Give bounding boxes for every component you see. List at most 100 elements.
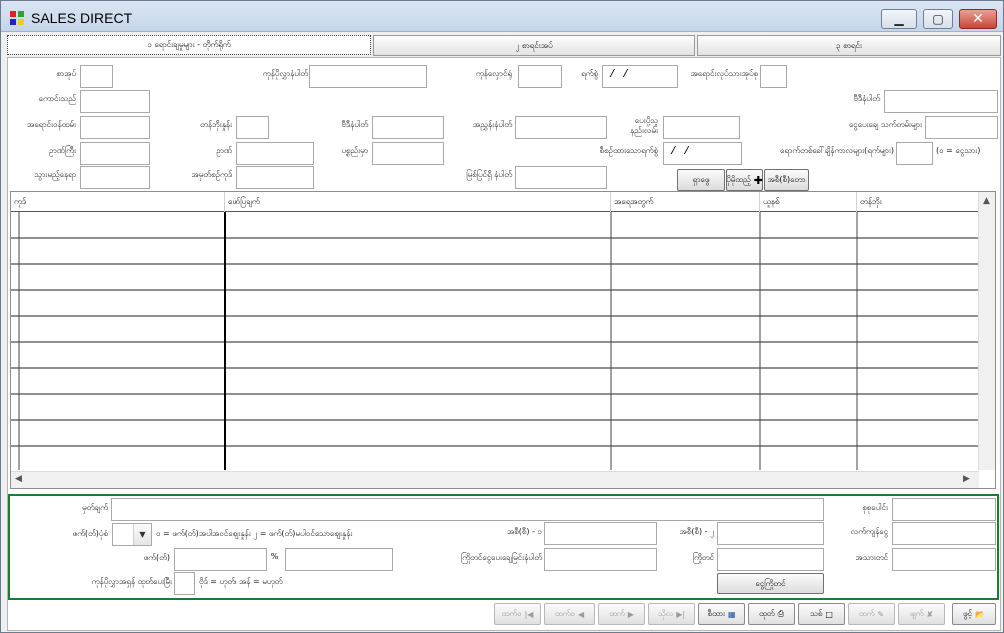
total-label: စုစုပေါင်း [862, 503, 888, 512]
delivery-method-input[interactable] [663, 116, 740, 139]
find-button[interactable]: စီထား ▦ [698, 603, 745, 625]
next-record-label: ထက် [609, 609, 625, 618]
first-record-button[interactable]: ထက်ဝ |◀ [494, 603, 541, 625]
delete-label: ဖျက် [909, 609, 924, 618]
net-input[interactable] [892, 548, 996, 571]
last-record-button[interactable]: သိုလ ▶| [648, 603, 695, 625]
rounding-input[interactable] [174, 572, 195, 595]
discount2-input[interactable] [717, 522, 824, 545]
record-navigation-bar: ထက်ဝ |◀ ထက်ဝ ◀ ထက် ▶ သိုလ ▶| စီထား ▦ ထုတ် ⎙ သစ… [8, 602, 1000, 630]
serial-no-input[interactable] [515, 166, 607, 189]
warehouse-input[interactable] [518, 65, 562, 88]
delete-button[interactable]: ဖျက် ✘ [898, 603, 945, 625]
last-icon: ▶| [676, 609, 686, 619]
search-button[interactable]: ရှာဖွေ [677, 169, 725, 191]
total-input[interactable] [892, 498, 996, 521]
payment-type-select[interactable]: ▼ [112, 523, 152, 546]
next-record-button[interactable]: ထက် ▶ [598, 603, 645, 625]
due-date-label: စီစဉ်ထားသောရက်စွဲ [599, 146, 658, 155]
vat-amount-input[interactable] [285, 548, 393, 571]
edit-icon: ✎ [877, 609, 885, 619]
sales-group-input[interactable] [760, 65, 787, 88]
advance-input[interactable] [717, 548, 824, 571]
minimize-icon: ▁ [894, 12, 904, 26]
search-label: ရှာဖွေ [692, 175, 710, 184]
prev-icon: ◀ [577, 609, 585, 619]
date-input[interactable]: / / [602, 65, 678, 88]
col-value[interactable]: တန်ဘိုး [857, 192, 979, 212]
advance-label: ကြိုတင် [692, 553, 714, 562]
credit-term-input[interactable] [896, 142, 933, 165]
col-code[interactable]: ကုဒ် [11, 192, 225, 212]
customer-id-input[interactable] [309, 65, 427, 88]
agent-input[interactable] [80, 90, 150, 113]
prev-record-button[interactable]: ထက်ဝ ◀ [544, 603, 595, 625]
edit-label: ထက် [858, 609, 875, 618]
note-input[interactable] [111, 498, 824, 521]
note-label: မှတ်ချက် [82, 503, 108, 512]
credit-term-hint: (၀ = ငွေသား) [936, 146, 981, 155]
tab-sales-direct[interactable]: ၁ ရောင်းချမှုများ - တိုက်ရိုက် [7, 35, 371, 55]
vat-percent-label: % [270, 552, 279, 561]
branch-input[interactable] [236, 166, 314, 189]
discount2-label: အစီ(စီ) - ၂ [679, 527, 715, 536]
add-more-button[interactable]: ပိုမိုထည့် ✚ [726, 169, 763, 191]
project-input[interactable] [80, 142, 150, 165]
vat-input[interactable] [174, 548, 267, 571]
edit-button[interactable]: ထက် ✎ [848, 603, 895, 625]
ref-no-input[interactable] [515, 116, 607, 139]
bill-no-input[interactable] [372, 116, 444, 139]
maximize-icon: ▢ [932, 12, 944, 26]
chevron-down-icon[interactable]: ▼ [133, 524, 151, 545]
scroll-left-icon[interactable]: ◀ [15, 474, 22, 484]
col-unit[interactable]: ယူနစ် [760, 192, 857, 212]
net-label: အသားတင် [855, 553, 888, 562]
ref-no-label: အညွှန်းနံပါတ် [472, 120, 512, 129]
due-date-input[interactable]: / / [663, 142, 742, 165]
payment-doc-label: ကြိုတင်ငွေပေးချေမြင်းနံပါတ် [460, 553, 542, 562]
close-button[interactable]: ✕ [959, 9, 997, 29]
book-input[interactable] [80, 65, 113, 88]
sales-group-label: အရောင်းလုပ်သားအုပ်စု [690, 69, 758, 78]
scroll-up-icon[interactable]: ▲ [983, 196, 990, 206]
discount1-input[interactable] [544, 522, 657, 545]
scroll-right-icon[interactable]: ▶ [963, 474, 970, 484]
grid-horizontal-scrollbar[interactable]: ◀ ▶ [11, 471, 979, 488]
payment-doc-input[interactable] [544, 548, 657, 571]
window-title: SALES DIRECT [31, 10, 133, 26]
grid-vertical-scrollbar[interactable]: ▲ [978, 192, 995, 470]
project-label: ဥာဏ်ကြီး [49, 146, 76, 155]
payment-terms-input[interactable] [925, 116, 998, 139]
new-label: သစ် [810, 609, 823, 618]
new-icon: □ [825, 609, 833, 619]
tab-list[interactable]: ၃ စာရင်း [697, 35, 1001, 56]
add-more-label: ပိုမိုထည့် [726, 175, 751, 184]
advance-button[interactable]: ငွေကြိုတင် [717, 573, 824, 594]
salesperson-input[interactable] [80, 116, 150, 139]
close-icon: ✕ [972, 11, 984, 27]
detail-button[interactable]: အစီ(စီ)တော [764, 169, 809, 191]
invoice-no-label: ဗီဒီနံပါတ် [853, 94, 880, 103]
new-button[interactable]: သစ် □ [798, 603, 845, 625]
col-quantity[interactable]: အရေအတွက် [611, 192, 760, 212]
invoice-no-input[interactable] [884, 90, 998, 113]
next-icon: ▶ [627, 609, 634, 619]
price-type-input[interactable] [236, 116, 269, 139]
minimize-button[interactable]: ▁ [881, 9, 917, 29]
area-input[interactable] [80, 166, 150, 189]
remarks-input[interactable] [372, 142, 444, 165]
tab-register[interactable]: ၂ စာရင်းအပ် [373, 35, 695, 56]
advance-button-label: ငွေကြိုတင် [755, 578, 786, 588]
balance-input[interactable] [892, 522, 996, 545]
open-button[interactable]: ဖွင့် 📂 [952, 603, 996, 625]
grid-header: ကုဒ် ဖော်ပြချက် အရေအတွက် ယူနစ် တန်ဘိုး [11, 192, 979, 212]
remarks-label: ပစ္စည်းမှာ [341, 146, 368, 155]
credit-term-label: ရောက်တစ်ခေါ်ချိန်ကာလများ(ရက်များ) [780, 146, 894, 155]
price-type-label: တန်ဘိုးနှုန်း [200, 120, 232, 129]
grid-body[interactable] [11, 212, 979, 470]
items-grid[interactable]: ကုဒ် ဖော်ပြချက် အရေအတွက် ယူနစ် တန်ဘိုး ▲… [10, 191, 996, 489]
maximize-button[interactable]: ▢ [923, 9, 953, 29]
branch-label: အမှတ်စဉ်ကုဒ် [191, 170, 232, 179]
col-description[interactable]: ဖော်ပြချက် [225, 192, 611, 212]
print-button[interactable]: ထုတ် ⎙ [748, 603, 795, 625]
